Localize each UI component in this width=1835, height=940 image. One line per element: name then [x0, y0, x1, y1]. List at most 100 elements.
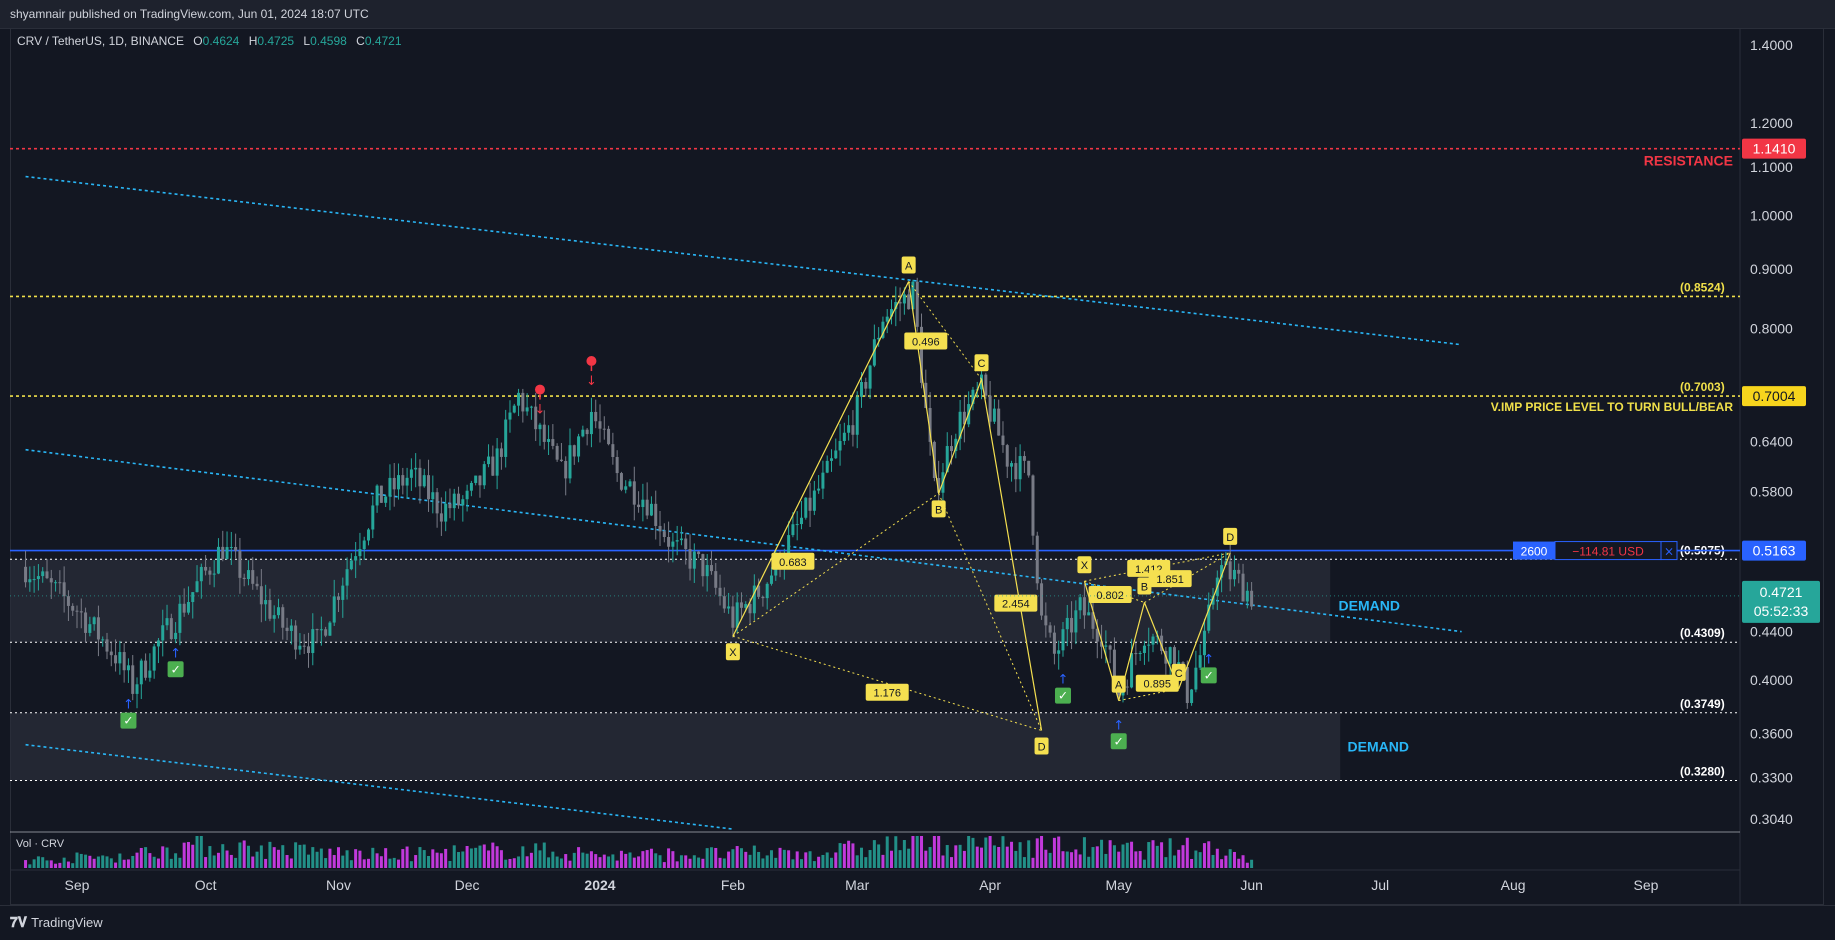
candle-body: [341, 585, 345, 600]
y-tick-label: 0.4000: [1750, 672, 1793, 688]
candle-body: [306, 646, 310, 654]
candle-body: [255, 583, 259, 587]
candle-body: [41, 571, 45, 577]
volume-bar: [105, 856, 109, 868]
open-value: 0.4624: [202, 34, 240, 48]
volume-bar: [452, 845, 456, 868]
candle-body: [135, 684, 139, 694]
candle-body: [1232, 569, 1236, 580]
close-value: 0.4721: [364, 34, 402, 48]
volume-bar: [769, 850, 773, 868]
y-tick-label: 1.4000: [1750, 37, 1793, 53]
candle-body: [984, 374, 988, 396]
candle-body: [997, 408, 1001, 436]
point-label-text: C: [1175, 668, 1183, 680]
volume-bar: [611, 854, 615, 868]
candle-body: [474, 475, 478, 483]
volume-bar: [1172, 855, 1176, 868]
candle-body: [1147, 644, 1151, 646]
volume-bar: [1035, 838, 1039, 868]
volume-bar: [418, 847, 422, 868]
volume-bar: [1155, 845, 1159, 868]
volume-bar: [302, 844, 306, 868]
volume-bar: [238, 842, 242, 868]
candle-body: [1078, 597, 1082, 611]
volume-bar: [71, 863, 75, 868]
candle-body: [615, 457, 619, 474]
candle-body: [71, 605, 75, 611]
candle-body: [161, 625, 165, 641]
volume-bar: [872, 840, 876, 868]
close-icon[interactable]: ×: [1664, 545, 1674, 559]
volume-bar: [975, 846, 979, 868]
volume-bar: [367, 858, 371, 868]
candle-body: [75, 610, 79, 612]
volume-bar: [731, 849, 735, 868]
candle-body: [465, 490, 469, 500]
volume-bar: [1215, 848, 1219, 868]
volume-bar: [551, 851, 555, 868]
price-chart[interactable]: (0.8524)(0.7003)(0.5075)(0.4309)(0.3749)…: [0, 0, 1835, 939]
volume-bar: [791, 859, 795, 868]
candle-body: [1035, 535, 1039, 584]
volume-bar: [384, 848, 388, 868]
volume-bar: [1237, 858, 1241, 868]
candle-body: [988, 395, 992, 422]
volume-bar: [675, 861, 679, 868]
buy-check-mark: ✓: [1114, 734, 1124, 748]
candle-body: [435, 492, 439, 514]
volume-bar: [568, 860, 572, 868]
candle-body: [311, 629, 315, 654]
volume-bar: [572, 852, 576, 868]
volume-bar: [345, 850, 349, 868]
volume-bar: [427, 855, 431, 868]
candle-body: [697, 551, 701, 555]
candle-body: [641, 499, 645, 508]
position-tag[interactable]: 2600 −114.81 USD ×: [1513, 541, 1678, 561]
candle-body: [397, 475, 401, 490]
candle-body: [469, 482, 473, 491]
candle-body: [645, 499, 649, 516]
volume-bar: [444, 848, 448, 868]
candle-body: [525, 407, 529, 412]
volume-bar: [465, 846, 469, 868]
volume-bar: [66, 861, 70, 868]
point-label-text: X: [729, 647, 737, 659]
volume-bar: [628, 852, 632, 868]
candle-body: [448, 503, 452, 509]
volume-bar: [1014, 850, 1018, 868]
candle-body: [589, 411, 593, 435]
x-tick-label: Jun: [1240, 877, 1263, 893]
candle-body: [294, 625, 298, 650]
volume-bar: [851, 843, 855, 868]
volume-bar: [1117, 851, 1121, 868]
volume-bar: [864, 857, 868, 868]
volume-bar: [255, 851, 259, 868]
candle-body: [285, 627, 289, 631]
volume-bar: [131, 855, 135, 868]
candle-body: [688, 549, 692, 569]
volume-bar: [96, 856, 100, 868]
volume-bar: [1125, 842, 1129, 868]
candle-body: [701, 554, 705, 577]
candle-body: [482, 464, 486, 486]
volume-bar: [761, 858, 765, 868]
candle-body: [491, 456, 495, 476]
volume-bar: [499, 850, 503, 868]
volume-bar: [332, 855, 336, 868]
volume-bar: [859, 847, 864, 868]
volume-bar: [79, 853, 83, 868]
candle-body: [594, 411, 598, 422]
volume-bar: [242, 840, 246, 868]
volume-bar: [491, 842, 495, 868]
candle-body: [907, 294, 911, 310]
channel-line-0: [25, 175, 1462, 346]
candle-body: [542, 424, 546, 442]
candle-body: [1052, 632, 1056, 654]
volume-bar: [812, 861, 816, 868]
tradingview-logo[interactable]: 𝟕𝐕 TradingView: [10, 914, 103, 931]
volume-bar: [1241, 855, 1245, 868]
volume-bar: [178, 857, 182, 868]
volume-bar: [448, 861, 452, 868]
volume-bar: [757, 851, 761, 868]
